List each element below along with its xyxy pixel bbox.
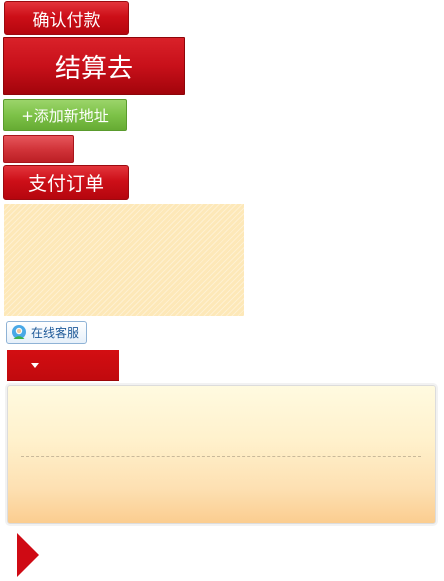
play-arrow-icon[interactable] (17, 533, 39, 577)
customer-service-icon (10, 324, 28, 342)
add-new-address-label: +添加新地址 (21, 106, 109, 125)
dropdown-toggle[interactable] (7, 350, 119, 381)
checkout-button[interactable]: 结算去 (3, 37, 185, 95)
online-support-button[interactable]: 在线客服 (6, 321, 87, 344)
online-support-label: 在线客服 (31, 326, 80, 340)
dashed-divider (21, 456, 421, 457)
info-panel (7, 385, 436, 524)
checkout-label: 结算去 (54, 53, 133, 84)
pay-order-label: 支付订单 (27, 173, 104, 195)
caret-down-icon (31, 363, 39, 368)
confirm-payment-button[interactable]: 确认付款 (4, 1, 129, 35)
pay-order-button[interactable]: 支付订单 (3, 165, 129, 200)
add-new-address-button[interactable]: +添加新地址 (3, 99, 127, 131)
striped-highlight-box (4, 204, 244, 316)
confirm-payment-label: 确认付款 (32, 10, 101, 31)
blank-red-button[interactable] (3, 135, 74, 163)
